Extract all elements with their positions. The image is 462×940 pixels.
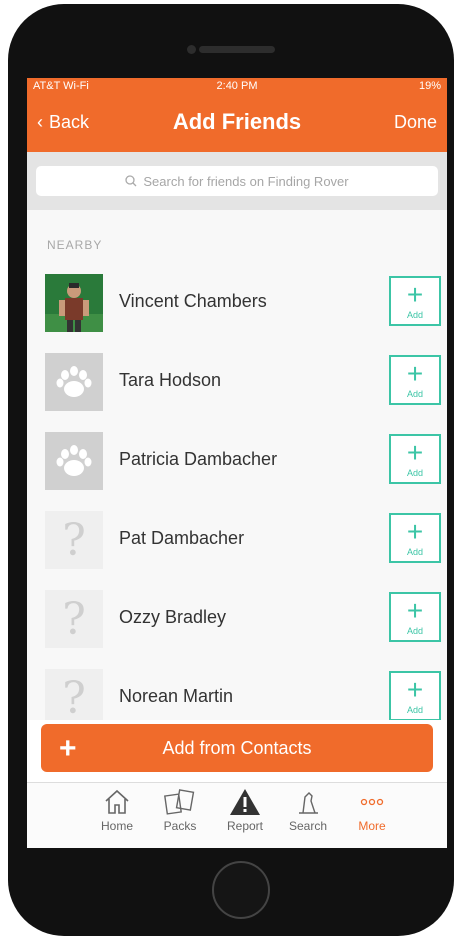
tab-label: Home	[100, 819, 133, 833]
search-input[interactable]: Search for friends on Finding Rover	[36, 166, 438, 196]
app-screen: AT&T Wi-Fi 2:40 PM 19% ‹ Back Add Friend…	[27, 78, 447, 848]
question-mark-icon: ?	[62, 593, 86, 645]
tab-packs[interactable]: Packs	[145, 787, 215, 833]
paw-icon	[56, 366, 92, 397]
friend-name: Patricia Dambacher	[119, 449, 278, 469]
tab-search[interactable]: Search	[273, 787, 343, 833]
add-label: Add	[406, 389, 423, 399]
add-friend-button[interactable]: + Add	[389, 592, 441, 642]
add-label: Add	[406, 310, 423, 320]
tab-more[interactable]: More	[337, 787, 407, 833]
list-item: Vincent Chambers + Add	[27, 274, 447, 348]
status-bar: AT&T Wi-Fi 2:40 PM 19%	[27, 78, 447, 96]
person-photo-icon	[45, 274, 103, 332]
search-icon	[299, 792, 318, 814]
friend-name: Vincent Chambers	[119, 291, 267, 311]
list-item: ? Pat Dambacher + Add	[27, 511, 447, 585]
camera	[187, 45, 196, 54]
add-label: Add	[406, 468, 423, 478]
plus-icon: +	[406, 279, 424, 310]
add-from-contacts-button[interactable]: + Add from Contacts	[41, 724, 433, 772]
list-item: Patricia Dambacher + Add	[27, 432, 447, 506]
add-friend-button[interactable]: + Add	[389, 434, 441, 484]
friends-list: NEARBY Vincent Chambers + Add Tara Hodso…	[27, 210, 447, 720]
question-mark-icon: ?	[62, 672, 86, 721]
add-from-contacts-label: Add from Contacts	[162, 738, 312, 758]
tab-label: Packs	[163, 819, 197, 833]
paw-icon	[56, 445, 92, 476]
plus-icon: +	[406, 595, 424, 626]
add-friend-button[interactable]: + Add	[389, 671, 441, 720]
speaker	[199, 46, 275, 53]
avatar: ?	[45, 669, 103, 720]
tab-label: More	[358, 819, 386, 833]
add-label: Add	[406, 547, 423, 557]
add-friend-button[interactable]: + Add	[389, 513, 441, 563]
avatar	[45, 274, 103, 332]
avatar: ?	[45, 590, 103, 648]
plus-icon: +	[406, 437, 424, 468]
avatar	[45, 353, 103, 411]
add-friend-button[interactable]: + Add	[389, 355, 441, 405]
tab-report[interactable]: Report	[210, 787, 280, 833]
status-time: 2:40 PM	[216, 80, 258, 92]
list-item: ? Norean Martin + Add	[27, 669, 447, 720]
report-icon	[230, 789, 260, 815]
search-area: Search for friends on Finding Rover	[27, 152, 447, 210]
packs-icon	[164, 789, 195, 815]
tab-label: Report	[226, 819, 264, 833]
section-label-nearby: NEARBY	[47, 238, 103, 252]
friend-name: Ozzy Bradley	[119, 607, 227, 627]
question-mark-icon: ?	[62, 514, 86, 566]
tab-label: Search	[288, 819, 328, 833]
battery-text: 19%	[418, 80, 441, 92]
home-hardware-button[interactable]	[212, 861, 270, 919]
tab-home[interactable]: Home	[82, 787, 152, 833]
tab-bar: Home Packs Report Search More	[27, 782, 447, 848]
search-icon	[125, 175, 137, 187]
add-label: Add	[406, 626, 423, 636]
avatar: ?	[45, 511, 103, 569]
friend-name: Norean Martin	[119, 686, 234, 706]
list-item: Tara Hodson + Add	[27, 353, 447, 427]
friend-name: Pat Dambacher	[119, 528, 245, 548]
friend-name: Tara Hodson	[119, 370, 222, 390]
plus-icon: +	[406, 358, 424, 389]
page-title: Add Friends	[172, 109, 302, 134]
add-label: Add	[406, 705, 423, 715]
more-icon	[360, 798, 384, 806]
search-placeholder: Search for friends on Finding Rover	[143, 173, 349, 189]
add-friend-button[interactable]: + Add	[389, 276, 441, 326]
plus-icon: +	[406, 516, 424, 547]
home-icon	[105, 789, 129, 814]
list-item: ? Ozzy Bradley + Add	[27, 590, 447, 664]
done-button[interactable]: Done	[394, 112, 437, 133]
plus-icon: +	[406, 674, 424, 705]
nav-bar: ‹ Back Add Friends Done	[27, 96, 447, 152]
avatar	[45, 432, 103, 490]
